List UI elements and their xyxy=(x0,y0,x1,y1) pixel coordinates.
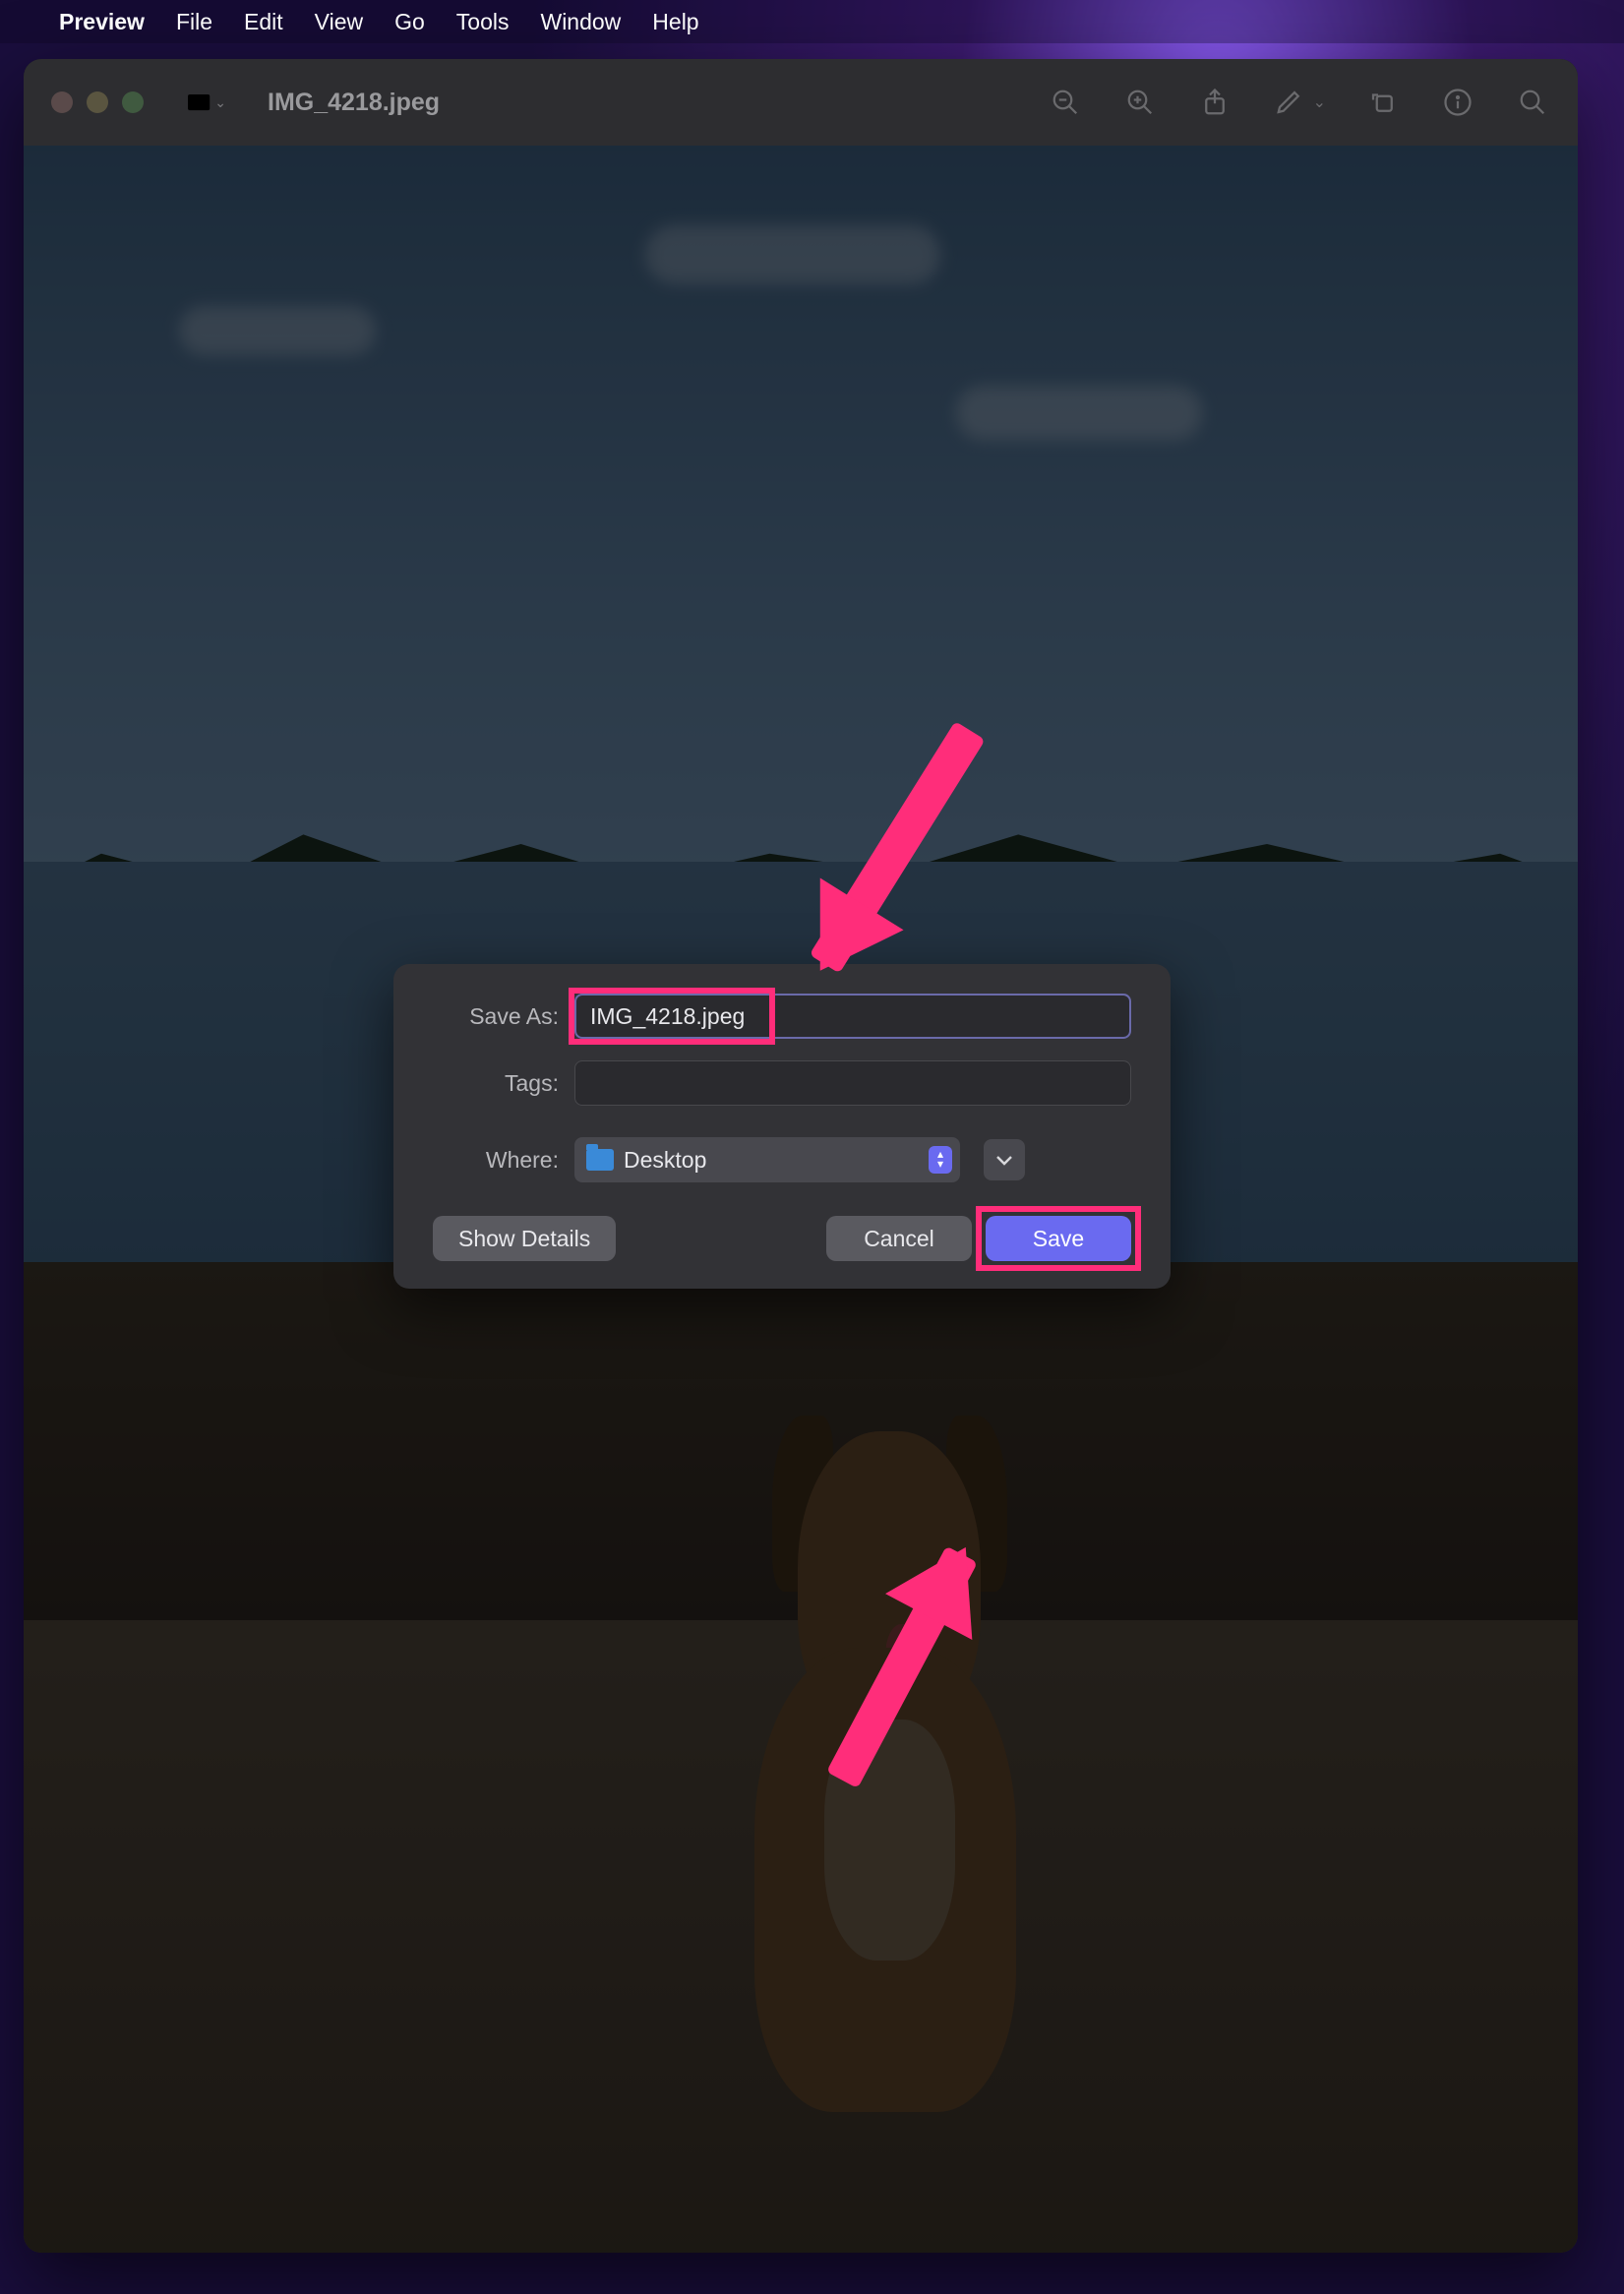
tools-menu[interactable]: Tools xyxy=(456,9,510,35)
search-button[interactable] xyxy=(1515,85,1550,120)
zoom-window-button[interactable] xyxy=(122,91,144,113)
folder-icon xyxy=(586,1149,614,1171)
tags-input[interactable] xyxy=(574,1060,1131,1106)
save-dialog: Save As: Tags: Where: Desktop ▴▾ Show De… xyxy=(393,964,1171,1289)
zoom-in-button[interactable] xyxy=(1122,85,1158,120)
close-window-button[interactable] xyxy=(51,91,73,113)
macos-menubar: Preview File Edit View Go Tools Window H… xyxy=(0,0,1624,43)
window-title: IMG_4218.jpeg xyxy=(268,89,440,117)
zoom-out-button[interactable] xyxy=(1048,85,1083,120)
where-location-select[interactable]: Desktop ▴▾ xyxy=(574,1137,960,1182)
save-button[interactable]: Save xyxy=(986,1216,1131,1261)
where-value: Desktop xyxy=(624,1147,706,1174)
file-menu[interactable]: File xyxy=(176,9,212,35)
help-menu[interactable]: Help xyxy=(652,9,698,35)
edit-menu[interactable]: Edit xyxy=(244,9,283,35)
save-as-input[interactable] xyxy=(574,994,1131,1039)
minimize-window-button[interactable] xyxy=(87,91,108,113)
share-button[interactable] xyxy=(1197,85,1233,120)
window-menu[interactable]: Window xyxy=(540,9,621,35)
show-details-button[interactable]: Show Details xyxy=(433,1216,616,1261)
expand-dialog-button[interactable] xyxy=(984,1139,1025,1180)
rotate-button[interactable] xyxy=(1365,85,1401,120)
window-titlebar: ⌄ IMG_4218.jpeg ⌄ xyxy=(24,59,1578,146)
app-name-menu[interactable]: Preview xyxy=(59,9,145,35)
go-menu[interactable]: Go xyxy=(394,9,425,35)
sidebar-toggle-button[interactable]: ⌄ xyxy=(187,89,226,116)
info-button[interactable] xyxy=(1440,85,1475,120)
markup-dropdown-icon[interactable]: ⌄ xyxy=(1313,92,1326,112)
traffic-lights xyxy=(51,91,144,113)
tags-label: Tags: xyxy=(433,1070,559,1097)
where-label: Where: xyxy=(433,1147,559,1174)
markup-button[interactable] xyxy=(1272,85,1307,120)
save-as-label: Save As: xyxy=(433,1003,559,1030)
view-menu[interactable]: View xyxy=(315,9,363,35)
save-button-label: Save xyxy=(1033,1226,1084,1252)
cancel-button[interactable]: Cancel xyxy=(826,1216,972,1261)
select-arrows-icon: ▴▾ xyxy=(929,1146,952,1174)
